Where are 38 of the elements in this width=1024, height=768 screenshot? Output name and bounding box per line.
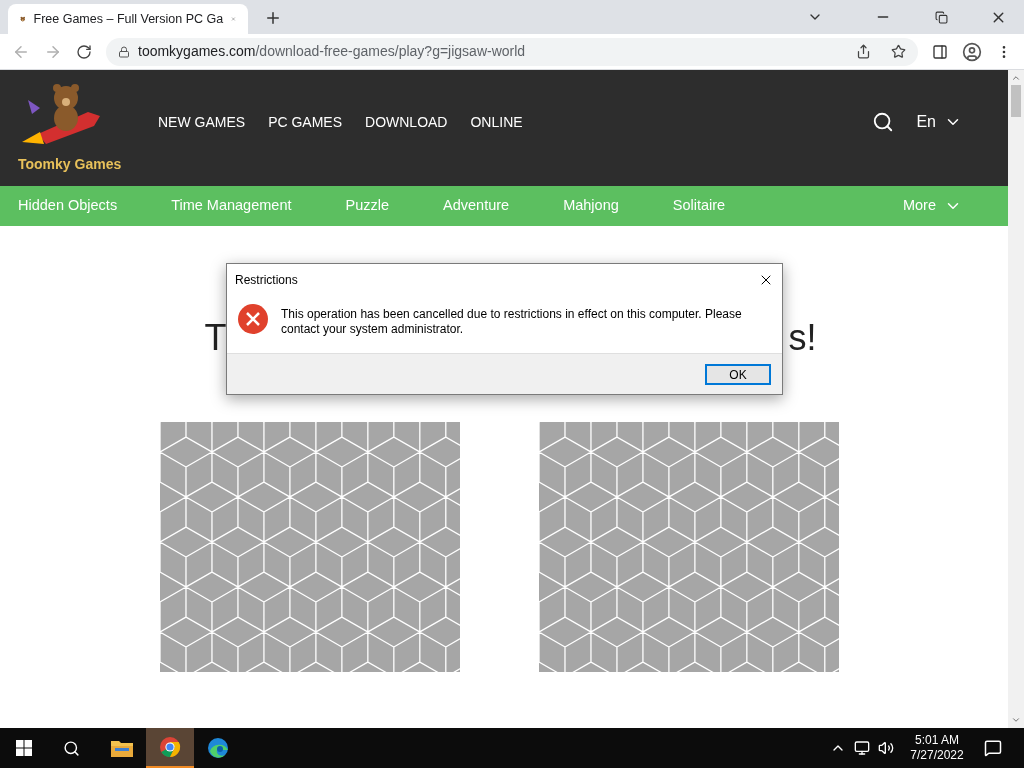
language-selector[interactable]: En bbox=[916, 110, 962, 134]
new-tab-icon[interactable] bbox=[264, 9, 282, 27]
tab-title: Free Games – Full Version PC Ga bbox=[33, 10, 224, 28]
lock-icon bbox=[118, 45, 130, 58]
scroll-down-icon[interactable] bbox=[1011, 715, 1021, 725]
taskbar-app[interactable] bbox=[146, 728, 194, 768]
nav-link[interactable]: NEW GAMES bbox=[158, 111, 246, 133]
bookmark-star-icon[interactable] bbox=[891, 44, 906, 59]
windows-start-icon[interactable] bbox=[16, 740, 32, 756]
restore-icon[interactable] bbox=[935, 10, 948, 24]
browser-tab[interactable]: Free Games – Full Version PC Ga bbox=[8, 4, 248, 34]
scrollbar[interactable] bbox=[1008, 70, 1024, 728]
error-icon bbox=[237, 303, 269, 335]
scroll-up-icon[interactable] bbox=[1011, 73, 1021, 83]
folder-icon bbox=[111, 739, 133, 757]
address-field[interactable]: toomkygames.com/download-free-games/play?g=jigsaw-world bbox=[106, 37, 918, 66]
clock-date: 7/27/2022 bbox=[910, 748, 964, 763]
side-panel-icon[interactable] bbox=[932, 43, 948, 60]
dialog-title: Restrictions bbox=[235, 271, 298, 289]
heading-start: T bbox=[204, 320, 227, 356]
search-icon[interactable] bbox=[63, 739, 80, 757]
ok-button[interactable]: OK bbox=[705, 363, 771, 385]
reload-icon[interactable] bbox=[76, 43, 92, 60]
search-icon[interactable] bbox=[872, 111, 895, 133]
scrollbar-thumb[interactable] bbox=[1011, 85, 1021, 117]
url-text: toomkygames.com/download-free-games/play?g=jigsaw-world bbox=[138, 42, 526, 61]
volume-icon[interactable] bbox=[878, 740, 894, 756]
nav-link[interactable]: ONLINE bbox=[470, 111, 523, 133]
share-icon[interactable] bbox=[856, 44, 871, 59]
nav-link[interactable]: DOWNLOAD bbox=[365, 111, 448, 133]
notification-icon[interactable] bbox=[984, 739, 1002, 757]
dialog-message: This operation has been cancelled due to restrictions in effect on this computer. Please contact your system administrator. bbox=[281, 307, 743, 337]
profile-icon[interactable] bbox=[962, 41, 982, 62]
clock-time: 5:01 AM bbox=[915, 733, 959, 748]
network-icon[interactable] bbox=[854, 740, 870, 756]
heading-end: s! bbox=[788, 320, 817, 356]
logo-text: Toomky Games bbox=[18, 154, 122, 174]
nav-link[interactable]: PC GAMES bbox=[268, 111, 343, 133]
